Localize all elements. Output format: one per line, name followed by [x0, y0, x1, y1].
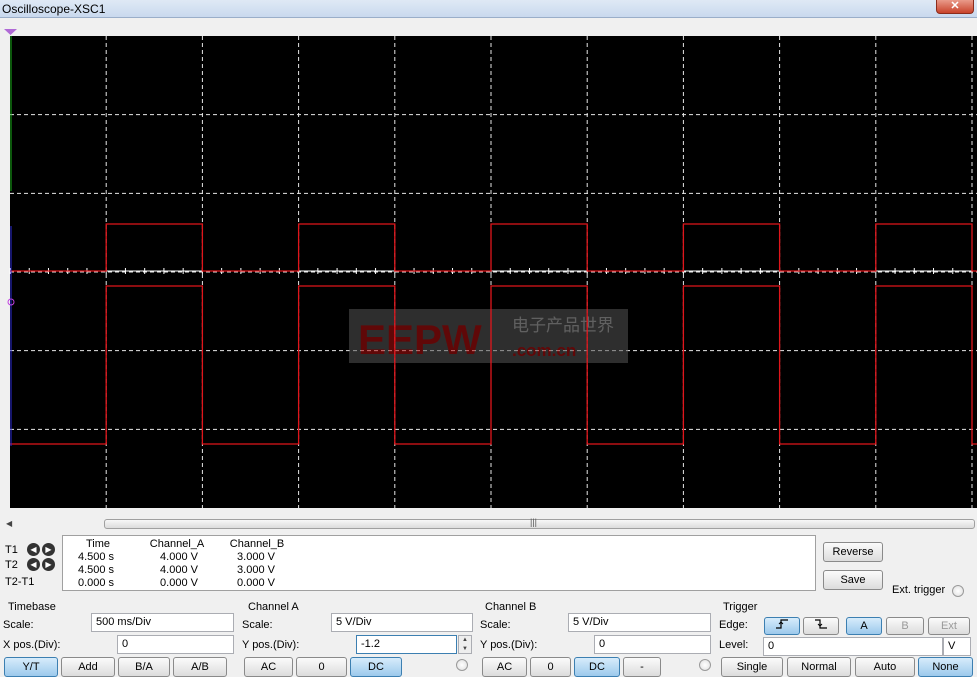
channel-a-dc-button[interactable]: DC	[350, 657, 402, 677]
scroll-left-icon[interactable]: ◀	[6, 519, 12, 528]
rising-edge-icon[interactable]	[764, 617, 800, 635]
diff-channel-b: 0.000 V	[237, 577, 275, 589]
watermark: EEPW 电子产品世界 .com.cn	[349, 309, 628, 363]
header-time: Time	[85, 538, 111, 550]
t1-channel-b: 3.000 V	[237, 551, 275, 563]
timebase-xpos-field[interactable]: 0	[117, 635, 234, 654]
t2-channel-b: 3.000 V	[237, 564, 275, 576]
ext-trigger-label: Ext. trigger	[892, 584, 946, 596]
trigger-level-label: Level:	[719, 639, 749, 651]
diff-time: 0.000 s	[77, 577, 115, 589]
scope-display: EEPW 电子产品世界 .com.cn	[4, 29, 977, 508]
channel-b-title: Channel B	[485, 601, 537, 613]
ext-trigger-connector[interactable]	[952, 585, 964, 597]
cursor-readout-panel: Time Channel_A Channel_B 4.500 s 4.000 V…	[62, 535, 816, 591]
timebase-scale-field[interactable]: 500 ms/Div	[91, 613, 234, 632]
trigger-edge-label: Edge:	[719, 619, 748, 631]
t1-time: 4.500 s	[77, 551, 115, 563]
channel-a-title: Channel A	[248, 601, 299, 613]
cursor-diff-row: T2-T1	[5, 576, 34, 590]
channel-b-minus-button[interactable]: -	[623, 657, 661, 677]
window-title: Oscilloscope-XSC1	[2, 2, 106, 16]
timebase-title: Timebase	[8, 601, 56, 613]
scroll-grip-icon[interactable]: |||	[530, 517, 537, 527]
oscilloscope-screen: EEPW 电子产品世界 .com.cn	[0, 26, 977, 516]
t1-right-arrow-icon[interactable]: ▶	[42, 543, 55, 556]
svg-text:EEPW: EEPW	[358, 316, 482, 363]
cursor-t1-label: T1	[5, 544, 18, 556]
trigger-single-button[interactable]: Single	[721, 657, 783, 677]
horizontal-scrollbar[interactable]: |||	[104, 517, 975, 529]
cursor-t1-row: T1	[5, 544, 18, 558]
channel-b-ypos-field[interactable]: 0	[594, 635, 711, 654]
timebase-scale-label: Scale:	[3, 619, 34, 631]
close-icon[interactable]: ✕	[936, 0, 974, 14]
add-button[interactable]: Add	[61, 657, 115, 677]
channel-b-scale-label: Scale:	[480, 619, 511, 631]
channel-b-dc-button[interactable]: DC	[574, 657, 620, 677]
cursor-t2-row: T2	[5, 559, 18, 573]
cursor-t2-label: T2	[5, 559, 18, 571]
falling-edge-icon[interactable]	[803, 617, 839, 635]
channel-a-ypos-field[interactable]: -1.2	[356, 635, 457, 654]
channel-b-scale-field[interactable]: 5 V/Div	[568, 613, 711, 632]
save-button[interactable]: Save	[823, 570, 883, 590]
channel-b-ac-button[interactable]: AC	[482, 657, 527, 677]
cursor-diff-label: T2-T1	[5, 576, 35, 588]
channel-a-connector[interactable]	[456, 659, 468, 671]
svg-text:电子产品世界: 电子产品世界	[512, 316, 614, 336]
channel-a-scale-label: Scale:	[242, 619, 273, 631]
trigger-source-ext-button[interactable]: Ext	[928, 617, 970, 635]
timebase-xpos-label: X pos.(Div):	[3, 639, 61, 651]
channel-a-ac-button[interactable]: AC	[244, 657, 293, 677]
t2-right-arrow-icon[interactable]: ▶	[42, 558, 55, 571]
trigger-source-a-button[interactable]: A	[846, 617, 882, 635]
channel-b-zero-button[interactable]: 0	[530, 657, 571, 677]
cursor-marker-icon[interactable]	[4, 29, 17, 35]
header-channel-a: Channel_A	[149, 538, 205, 550]
ba-button[interactable]: B/A	[118, 657, 170, 677]
channel-b-ypos-label: Y pos.(Div):	[480, 639, 538, 651]
trigger-title: Trigger	[723, 601, 758, 613]
t2-channel-a: 4.000 V	[160, 564, 198, 576]
channel-a-scale-field[interactable]: 5 V/Div	[331, 613, 473, 632]
reverse-button[interactable]: Reverse	[823, 542, 883, 562]
yt-button[interactable]: Y/T	[4, 657, 58, 677]
trigger-level-field[interactable]: 0	[763, 637, 943, 656]
trigger-normal-button[interactable]: Normal	[787, 657, 851, 677]
channel-a-zero-button[interactable]: 0	[296, 657, 347, 677]
t1-left-arrow-icon[interactable]: ◀	[27, 543, 40, 556]
header-channel-b: Channel_B	[229, 538, 285, 550]
channel-a-ypos-spinner[interactable]: ▲ ▼	[458, 635, 472, 654]
trigger-auto-button[interactable]: Auto	[855, 657, 915, 677]
channel-a-ypos-label: Y pos.(Div):	[242, 639, 300, 651]
trigger-level-unit: V	[943, 637, 971, 656]
diff-channel-a: 0.000 V	[160, 577, 198, 589]
trigger-none-button[interactable]: None	[918, 657, 973, 677]
t1-channel-a: 4.000 V	[160, 551, 198, 563]
t2-left-arrow-icon[interactable]: ◀	[27, 558, 40, 571]
title-bar: Oscilloscope-XSC1 ✕	[0, 0, 977, 18]
channel-b-connector[interactable]	[699, 659, 711, 671]
t2-time: 4.500 s	[77, 564, 115, 576]
ab-button[interactable]: A/B	[173, 657, 227, 677]
cursor-labels: T1 ◀ ▶ T2 ◀ ▶ T2-T1	[0, 538, 62, 594]
svg-text:.com.cn: .com.cn	[512, 341, 576, 360]
trigger-source-b-button[interactable]: B	[886, 617, 924, 635]
